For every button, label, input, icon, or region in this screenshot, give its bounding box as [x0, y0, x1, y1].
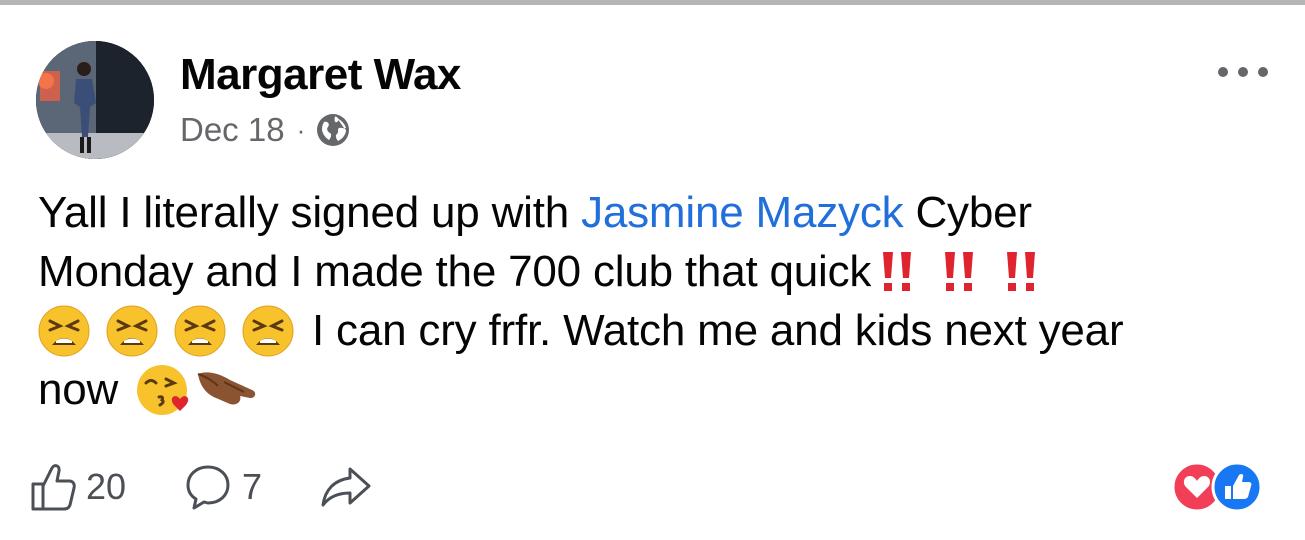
tired-face-icon [174, 305, 226, 356]
post-text-4: now [38, 365, 119, 414]
reaction-summary[interactable] [1170, 460, 1270, 514]
post-date[interactable]: Dec 18 [180, 111, 285, 149]
avatar[interactable] [36, 41, 154, 159]
mention-link[interactable]: Jasmine Mazyck [581, 183, 904, 242]
action-bar: 20 7 [30, 452, 430, 522]
top-divider [0, 0, 1305, 5]
like-reaction-icon [1211, 461, 1263, 513]
more-options-button[interactable] [1208, 52, 1278, 92]
post-meta: Dec 18 · [180, 110, 351, 150]
meta-separator: · [296, 114, 306, 145]
tired-face-icon [106, 305, 158, 356]
like-button[interactable]: 20 [30, 462, 126, 512]
double-exclamation-icon [945, 251, 974, 291]
avatar-photo [36, 41, 154, 159]
tired-face-icon [38, 305, 90, 356]
tired-face-icon [242, 305, 294, 356]
post-text-2: Monday and I made the 700 club that quic… [38, 247, 872, 296]
double-exclamation-icon [1007, 251, 1036, 291]
more-options-icon [1218, 67, 1268, 77]
like-icon [31, 464, 76, 511]
reaction-icons [1171, 461, 1263, 513]
double-exclamation-icon [883, 251, 912, 291]
comment-icon [186, 465, 230, 510]
post-text-1a: Yall I literally signed up with [38, 188, 570, 237]
post-line-4: now [38, 360, 1288, 419]
pinching-hand-icon [197, 371, 256, 405]
post-line-2: Monday and I made the 700 club that quic… [38, 242, 1288, 301]
post-text-1b: Cyber [915, 188, 1032, 237]
post-body: Yall I literally signed up with Jasmine … [38, 183, 1288, 419]
post-line-1: Yall I literally signed up with Jasmine … [38, 183, 1288, 242]
like-count: 20 [86, 466, 127, 507]
globe-icon[interactable] [315, 112, 351, 148]
comment-button[interactable]: 7 [184, 463, 262, 511]
post-line-3: I can cry frfr. Watch me and kids next y… [38, 301, 1288, 360]
face-blowing-kiss-icon [137, 364, 189, 415]
share-icon [321, 467, 371, 507]
comment-count: 7 [242, 466, 263, 507]
author-name[interactable]: Margaret Wax [180, 50, 461, 100]
post-text-3: I can cry frfr. Watch me and kids next y… [312, 306, 1124, 355]
share-button[interactable] [320, 465, 372, 509]
